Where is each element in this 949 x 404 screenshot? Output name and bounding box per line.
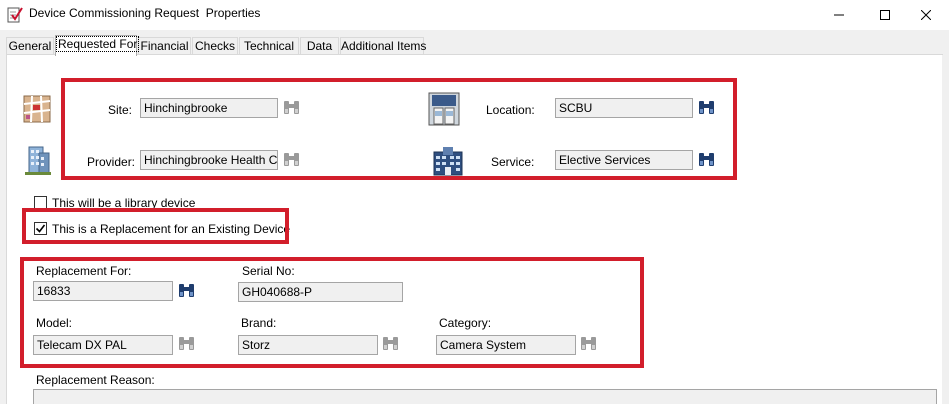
site-lookup-button[interactable] — [281, 98, 302, 117]
serial-no-label: Serial No: — [242, 264, 295, 278]
model-lookup-button[interactable] — [176, 334, 197, 353]
provider-label: Provider: — [87, 155, 136, 169]
tab-data[interactable]: Data — [300, 37, 339, 55]
replacement-checkbox[interactable] — [34, 222, 47, 235]
brand-field[interactable]: Storz — [238, 335, 378, 355]
maximize-icon — [880, 10, 890, 20]
model-field[interactable]: Telecam DX PAL — [33, 335, 173, 355]
binoculars-icon — [699, 101, 714, 114]
service-lookup-button[interactable] — [696, 150, 717, 169]
replacement-label: This is a Replacement for an Existing De… — [52, 222, 291, 236]
window-title: Device Commissioning Request Properties — [29, 6, 261, 20]
replacement-for-label: Replacement For: — [36, 264, 132, 278]
serial-no-field[interactable]: GH040688-P — [238, 282, 403, 302]
binoculars-icon — [179, 337, 194, 350]
close-icon — [921, 10, 931, 20]
close-button[interactable] — [903, 0, 949, 30]
site-field[interactable]: Hinchingbrooke — [140, 98, 278, 118]
tab-general[interactable]: General — [6, 37, 54, 55]
library-device-label: This will be a library device — [52, 196, 196, 210]
binoculars-icon — [179, 284, 194, 297]
map-icon — [23, 95, 51, 126]
brand-label: Brand: — [241, 316, 277, 330]
ward-door-icon — [428, 92, 460, 129]
replacement-reason-field[interactable] — [33, 389, 937, 404]
title-bar: Device Commissioning Request Properties — [0, 0, 949, 30]
tab-financial[interactable]: Financial — [138, 37, 191, 55]
vertical-scrollbar[interactable] — [942, 55, 949, 404]
location-lookup-button[interactable] — [696, 98, 717, 117]
provider-lookup-button[interactable] — [281, 150, 302, 169]
service-label: Service: — [491, 155, 535, 169]
binoculars-icon — [581, 337, 596, 350]
model-label: Model: — [36, 316, 73, 330]
location-field[interactable]: SCBU — [555, 98, 693, 118]
site-label: Site: — [108, 103, 133, 117]
minimize-button[interactable] — [816, 0, 862, 30]
binoculars-icon — [699, 153, 714, 166]
binoculars-icon — [284, 153, 299, 166]
building-icon — [25, 143, 51, 178]
tab-checks[interactable]: Checks — [192, 37, 238, 55]
category-lookup-button[interactable] — [578, 334, 599, 353]
hospital-building-icon — [432, 146, 464, 179]
binoculars-icon — [383, 337, 398, 350]
library-device-checkbox[interactable] — [34, 196, 47, 209]
category-field[interactable]: Camera System — [436, 335, 576, 355]
minimize-icon — [834, 14, 844, 16]
service-field[interactable]: Elective Services — [555, 150, 693, 170]
binoculars-icon — [284, 101, 299, 114]
checkmark-icon — [35, 224, 46, 233]
category-label: Category: — [439, 316, 492, 330]
replacement-for-lookup-button[interactable] — [176, 281, 197, 300]
location-label: Location: — [486, 103, 535, 117]
brand-lookup-button[interactable] — [380, 334, 401, 353]
provider-field[interactable]: Hinchingbrooke Health Care — [140, 150, 278, 170]
tab-technical[interactable]: Technical — [239, 37, 299, 55]
replacement-reason-label: Replacement Reason: — [36, 373, 155, 387]
replacement-for-field[interactable]: 16833 — [33, 281, 173, 301]
maximize-button[interactable] — [862, 0, 908, 30]
tab-requested-for[interactable]: Requested For — [55, 35, 140, 56]
checklist-icon — [7, 6, 23, 23]
tab-additional-items[interactable]: Additional Items — [340, 37, 426, 55]
